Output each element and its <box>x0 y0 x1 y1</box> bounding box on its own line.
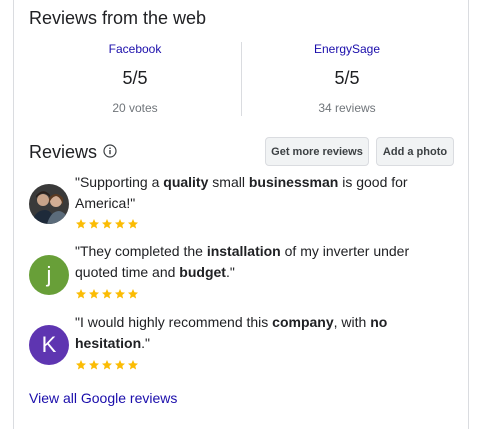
star-icon <box>76 289 86 299</box>
reviewer-avatar-photo <box>29 184 69 224</box>
star-icon <box>89 289 99 299</box>
star-icon <box>102 289 112 299</box>
review-quote: "I would highly recommend this company, … <box>75 314 388 351</box>
source-energysage: EnergySage 5/5 34 reviews <box>241 42 453 115</box>
star-icon <box>102 360 112 370</box>
avatar-letter: j <box>46 262 52 287</box>
star-rating <box>75 218 155 230</box>
star-rating <box>75 288 155 300</box>
review-quote: "They completed the installation of my i… <box>75 243 410 280</box>
review-quote: "Supporting a quality small businessman … <box>75 174 408 211</box>
star-icon <box>76 219 86 229</box>
star-icon <box>128 360 138 370</box>
star-icon <box>115 219 125 229</box>
source-facebook: Facebook 5/5 20 votes <box>29 42 241 115</box>
avatar-letter: K <box>41 332 57 357</box>
source-count-energysage: 34 reviews <box>318 101 376 115</box>
source-name-energysage[interactable]: EnergySage <box>241 42 453 56</box>
star-icon <box>89 360 99 370</box>
source-score-energysage: 5/5 <box>334 68 360 88</box>
add-photo-button[interactable]: Add a photo <box>376 137 454 166</box>
get-more-reviews-button[interactable]: Get more reviews <box>265 137 369 166</box>
star-icon <box>115 289 125 299</box>
star-icon <box>128 219 138 229</box>
star-icon <box>76 360 86 370</box>
reviewer-avatar-k: K <box>29 325 69 365</box>
star-icon <box>128 289 138 299</box>
view-all-reviews-link[interactable]: View all Google reviews <box>29 390 177 406</box>
source-count-facebook: 20 votes <box>112 101 158 115</box>
reviewer-avatar-j: j <box>29 255 69 295</box>
star-rating <box>75 359 155 371</box>
web-reviews-heading: Reviews from the web <box>29 8 207 28</box>
source-score-facebook: 5/5 <box>122 68 148 88</box>
star-icon <box>102 219 112 229</box>
source-name-facebook[interactable]: Facebook <box>29 42 241 56</box>
info-icon[interactable] <box>103 144 117 158</box>
star-icon <box>115 360 125 370</box>
star-icon <box>89 219 99 229</box>
reviews-heading: Reviews <box>29 142 98 162</box>
